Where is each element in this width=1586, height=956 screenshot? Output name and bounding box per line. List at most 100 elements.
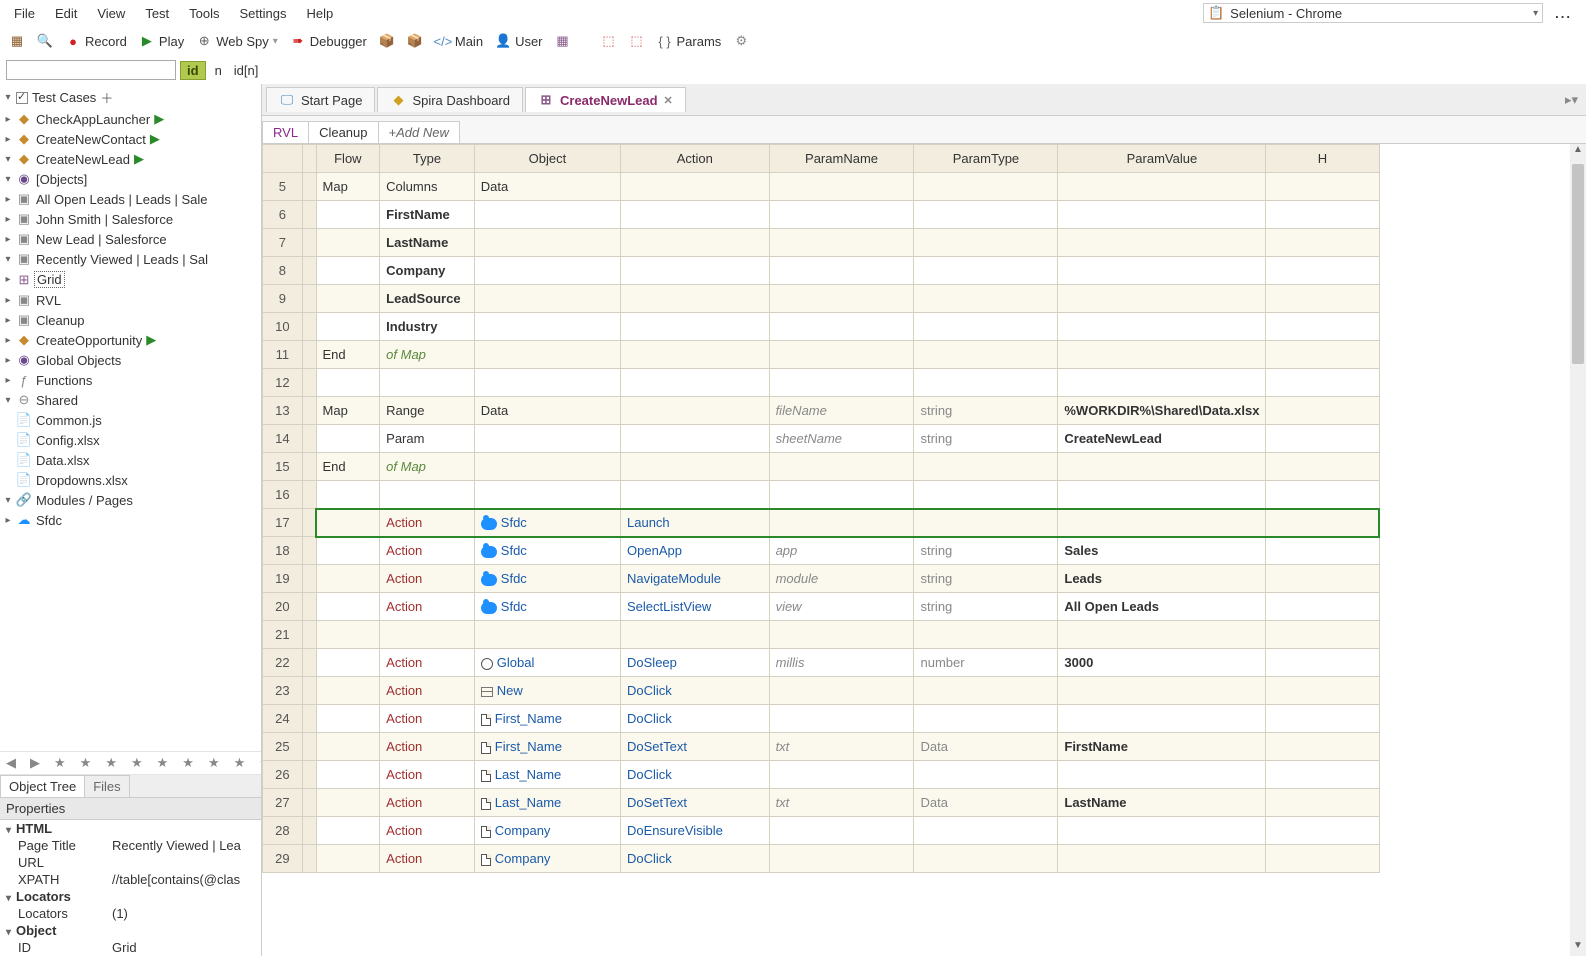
bookmark-icon[interactable]: ★ xyxy=(80,755,92,771)
bookmark-icon[interactable]: ★ xyxy=(234,755,246,771)
record-button[interactable]: ●Record xyxy=(62,31,130,51)
sheet-tab-cleanup[interactable]: Cleanup xyxy=(308,121,378,143)
search-icon[interactable]: 🔍 xyxy=(34,31,56,51)
grid-row[interactable]: 9LeadSource xyxy=(263,285,1380,313)
tabs-overflow-icon[interactable]: ▸▾ xyxy=(1557,92,1586,108)
col-header[interactable]: Action xyxy=(621,145,770,173)
tree-item[interactable]: ▸◆CreateNewContact▶ xyxy=(0,129,261,149)
filter-n-button[interactable]: n xyxy=(210,62,227,79)
debugger-button[interactable]: ➠Debugger xyxy=(287,31,370,51)
grid-row[interactable]: 28ActionCompanyDoEnsureVisible xyxy=(263,817,1380,845)
tree-item[interactable]: ▸◆CheckAppLauncher▶ xyxy=(0,109,261,129)
grid-row[interactable]: 26ActionLast_NameDoClick xyxy=(263,761,1380,789)
tab-files[interactable]: Files xyxy=(84,775,129,797)
menu-edit[interactable]: Edit xyxy=(47,4,85,23)
menu-tools[interactable]: Tools xyxy=(181,4,227,23)
grid-row[interactable]: 20ActionSfdcSelectListViewviewstringAll … xyxy=(263,593,1380,621)
debug2-icon[interactable]: ⬚ xyxy=(626,31,648,51)
grid-row[interactable]: 16 xyxy=(263,481,1380,509)
sheet-tab-rvl[interactable]: RVL xyxy=(262,121,309,143)
tab-spira-dashboard[interactable]: ◆Spira Dashboard xyxy=(377,87,523,112)
grid-icon[interactable]: ▦ xyxy=(552,31,574,51)
tree-item[interactable]: ▸☁Sfdc xyxy=(0,510,261,530)
tree-item[interactable]: ▾◆CreateNewLead▶ xyxy=(0,149,261,169)
tab-object-tree[interactable]: Object Tree xyxy=(0,775,85,797)
grid-row[interactable]: 27ActionLast_NameDoSetTexttxtDataLastNam… xyxy=(263,789,1380,817)
bookmark-icon[interactable]: ★ xyxy=(182,755,194,771)
new-icon[interactable]: ▦ xyxy=(6,31,28,51)
grid-row[interactable]: 29ActionCompanyDoClick xyxy=(263,845,1380,873)
rvl-grid[interactable]: Flow Type Object Action ParamName ParamT… xyxy=(262,144,1380,873)
col-header[interactable]: ParamValue xyxy=(1058,145,1266,173)
tree-item[interactable]: ▸◉Global Objects xyxy=(0,350,261,370)
tree-item[interactable]: ▾🔗Modules / Pages xyxy=(0,490,261,510)
tree-item[interactable]: ▸▣All Open Leads | Leads | Sale xyxy=(0,189,261,209)
tree-item[interactable]: ▸ƒFunctions xyxy=(0,370,261,390)
grid-row[interactable]: 12 xyxy=(263,369,1380,397)
grid-row[interactable]: 13MapRangeDatafileNamestring%WORKDIR%\Sh… xyxy=(263,397,1380,425)
bookmark-icon[interactable]: ★ xyxy=(105,755,117,771)
tree-item[interactable]: ▾⊖Shared xyxy=(0,390,261,410)
tree-item[interactable]: ▸◆CreateOpportunity▶ xyxy=(0,330,261,350)
pkg1-icon[interactable]: 📦 xyxy=(376,31,398,51)
tree-item[interactable]: ▾◉[Objects] xyxy=(0,169,261,189)
col-header[interactable]: ParamType xyxy=(914,145,1058,173)
scroll-thumb[interactable] xyxy=(1572,164,1584,364)
overflow-menu[interactable]: ... xyxy=(1547,6,1580,21)
grid-row[interactable]: 22ActionGlobalDoSleepmillisnumber3000 xyxy=(263,649,1380,677)
menu-file[interactable]: File xyxy=(6,4,43,23)
filter-id-button[interactable]: id xyxy=(180,61,206,80)
grid-row[interactable]: 14ParamsheetNamestringCreateNewLead xyxy=(263,425,1380,453)
tree-item[interactable]: ▾▣Recently Viewed | Leads | Sal xyxy=(0,249,261,269)
col-header[interactable]: Object xyxy=(474,145,620,173)
col-header[interactable]: Type xyxy=(380,145,475,173)
tree-item[interactable]: 📄Config.xlsx xyxy=(0,430,261,450)
menu-test[interactable]: Test xyxy=(137,4,177,23)
grid-row[interactable]: 10Industry xyxy=(263,313,1380,341)
grid-row[interactable]: 11Endof Map xyxy=(263,341,1380,369)
filter-input[interactable] xyxy=(6,60,176,80)
main-button[interactable]: </>Main xyxy=(432,31,486,51)
bookmark-icon[interactable]: ★ xyxy=(157,755,169,771)
user-button[interactable]: 👤User xyxy=(492,31,545,51)
scroll-down-icon[interactable]: ▼ xyxy=(1570,940,1586,956)
tab-start-page[interactable]: 🖵Start Page xyxy=(266,87,375,112)
sheet-tab-add[interactable]: +Add New xyxy=(378,121,460,143)
grid-row[interactable]: 18ActionSfdcOpenAppappstringSales xyxy=(263,537,1380,565)
debug1-icon[interactable]: ⬚ xyxy=(598,31,620,51)
col-header[interactable]: Flow xyxy=(316,145,380,173)
params-button[interactable]: { }Params xyxy=(654,31,725,51)
tree-item[interactable]: ▸▣Cleanup xyxy=(0,310,261,330)
grid-row[interactable]: 15Endof Map xyxy=(263,453,1380,481)
grid-row[interactable]: 5MapColumnsData xyxy=(263,173,1380,201)
bookmark-prev-icon[interactable]: ◀ xyxy=(6,755,16,771)
vertical-scrollbar[interactable]: ▲ ▼ xyxy=(1570,144,1586,956)
scroll-up-icon[interactable]: ▲ xyxy=(1570,144,1586,160)
grid-row[interactable]: 7LastName xyxy=(263,229,1380,257)
gear-icon[interactable]: ⚙ xyxy=(730,31,752,51)
tree-item[interactable]: 📄Dropdowns.xlsx xyxy=(0,470,261,490)
grid-row[interactable]: 8Company xyxy=(263,257,1380,285)
close-icon[interactable]: ✕ xyxy=(664,94,673,107)
grid-row[interactable]: 6FirstName xyxy=(263,201,1380,229)
tree-item[interactable]: ▸▣New Lead | Salesforce xyxy=(0,229,261,249)
tree-item[interactable]: 📄Data.xlsx xyxy=(0,450,261,470)
webspy-button[interactable]: ⊕Web Spy▾ xyxy=(193,31,281,51)
grid-row[interactable]: 23ActionNewDoClick xyxy=(263,677,1380,705)
bookmark-icon[interactable]: ★ xyxy=(54,755,66,771)
col-header[interactable]: H xyxy=(1266,145,1379,173)
bookmark-icon[interactable]: ★ xyxy=(131,755,143,771)
menu-view[interactable]: View xyxy=(89,4,133,23)
tree-item[interactable]: ▸▣John Smith | Salesforce xyxy=(0,209,261,229)
pkg2-icon[interactable]: 📦 xyxy=(404,31,426,51)
filter-idn-button[interactable]: id[n] xyxy=(231,62,262,79)
grid-row[interactable]: 21 xyxy=(263,621,1380,649)
menu-settings[interactable]: Settings xyxy=(232,4,295,23)
tree-root[interactable]: ▾Test Cases＋ xyxy=(0,86,261,109)
tree-item[interactable]: 📄Common.js xyxy=(0,410,261,430)
browser-selector[interactable]: 📋 Selenium - Chrome ▾ xyxy=(1203,3,1543,23)
grid-row[interactable]: 17▶ActionSfdcLaunch xyxy=(263,509,1380,537)
grid-row[interactable]: 19ActionSfdcNavigateModulemodulestringLe… xyxy=(263,565,1380,593)
tree-item-selected[interactable]: ▸⊞Grid xyxy=(0,269,261,290)
bookmark-icon[interactable]: ★ xyxy=(208,755,220,771)
